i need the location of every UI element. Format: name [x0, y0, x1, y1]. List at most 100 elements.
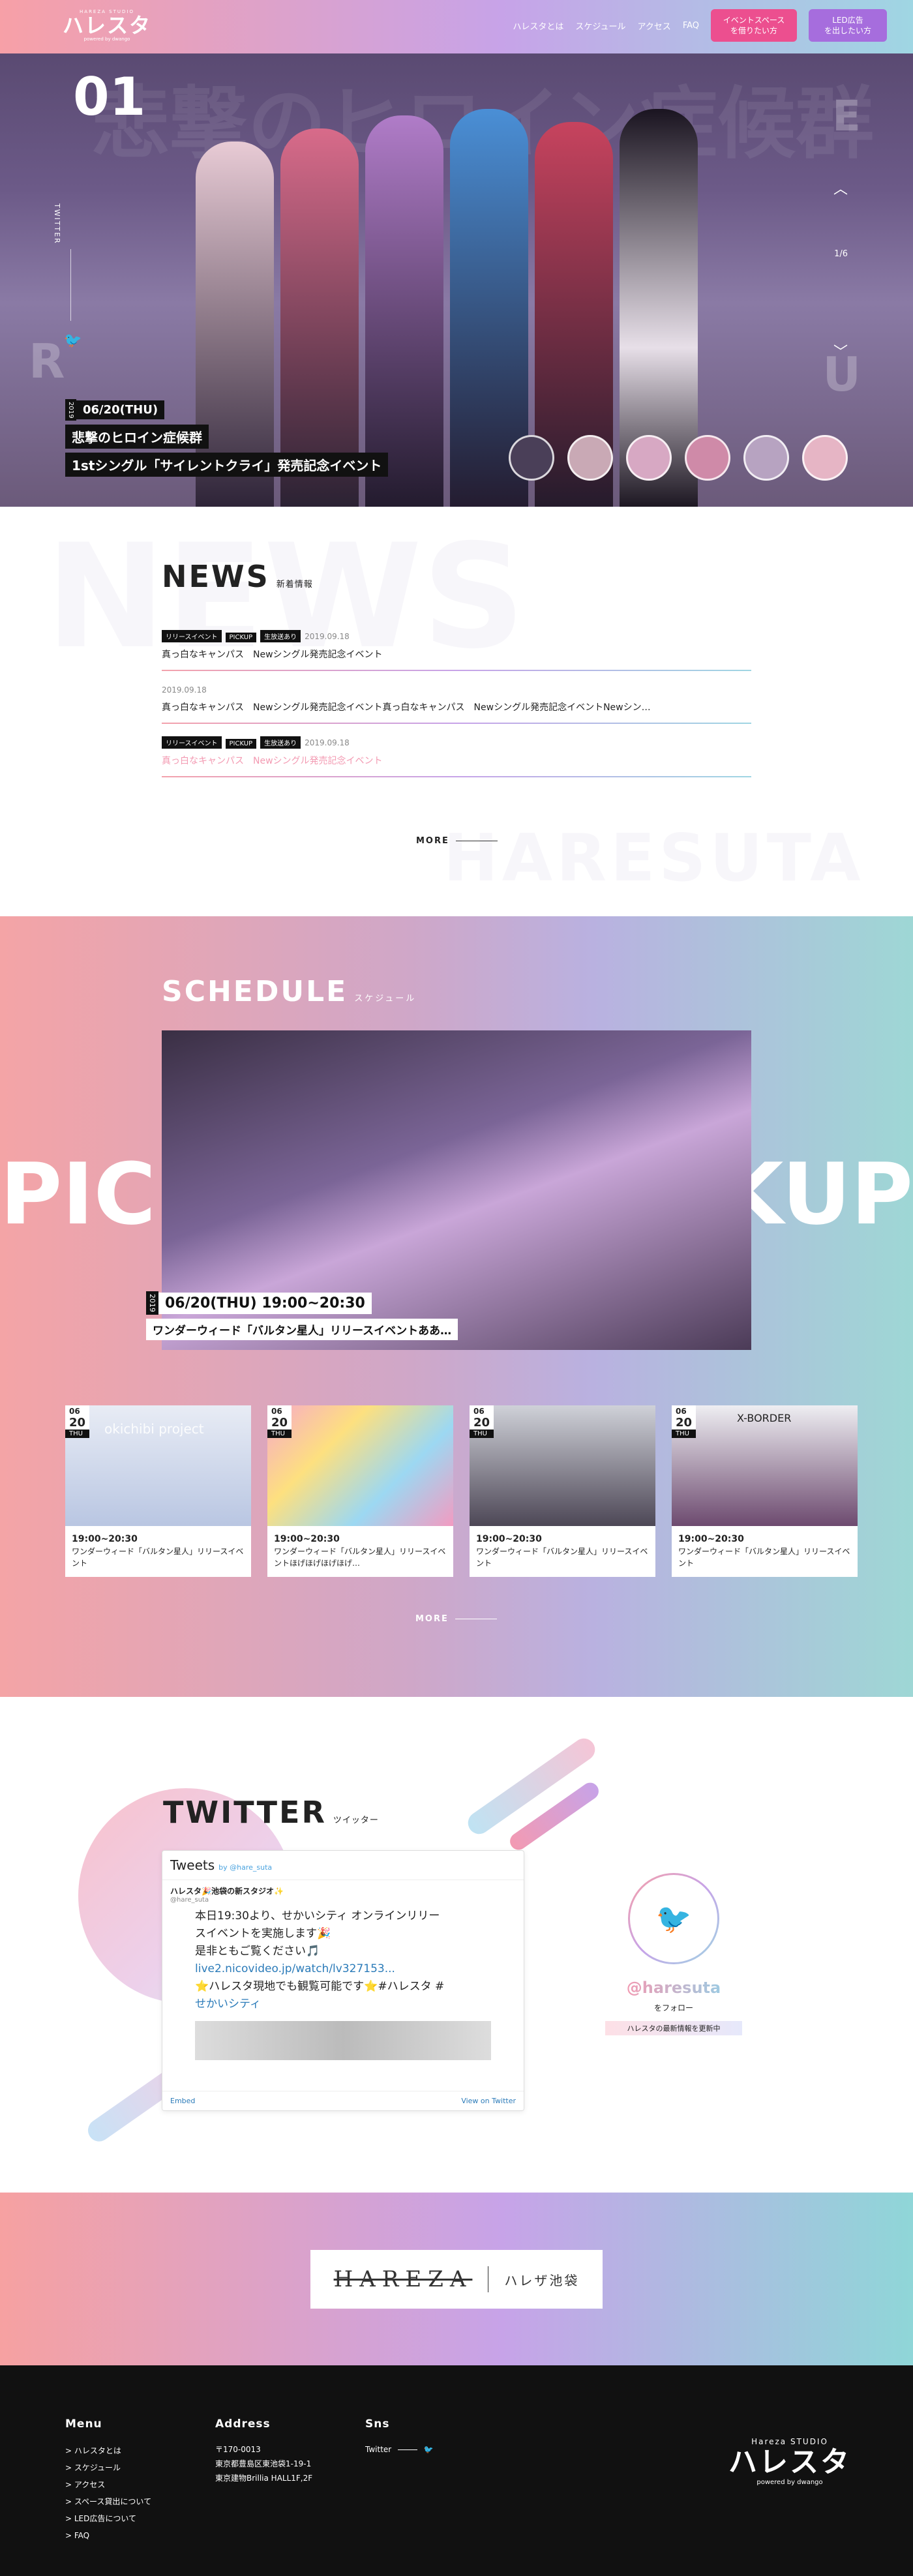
nav-item-faq[interactable]: FAQ	[683, 21, 699, 31]
news-more-link[interactable]: MORE	[416, 836, 498, 846]
card-month: 06	[676, 1407, 687, 1416]
view-on-twitter-link[interactable]: View on Twitter	[461, 2097, 516, 2105]
tweet-account-handle: @hare_suta	[170, 1896, 209, 1904]
schedule-more-link[interactable]: MORE	[415, 1614, 497, 1624]
footer-address: Address 〒170-0013 東京都豊島区東池袋1-19-1 東京建物Br…	[215, 2418, 312, 2485]
hareza-logo-link[interactable]: HAREZA ハレザ池袋	[310, 2250, 603, 2309]
news-date: 2019.09.18	[162, 685, 207, 695]
follow-note: ハレスタの最新情報を更新中	[605, 2021, 742, 2035]
tweet-line: 是非ともご覧ください🎵	[195, 1945, 320, 1958]
slide-thumbnail[interactable]	[509, 435, 554, 481]
nav-item-access[interactable]: アクセス	[637, 20, 670, 32]
footer-menu-item[interactable]: > スケジュール	[65, 2459, 151, 2476]
twitter-follow-ring[interactable]: 🐦	[628, 1873, 719, 1964]
footer-menu-item[interactable]: > FAQ	[65, 2527, 151, 2544]
nav-item-about[interactable]: ハレスタとは	[513, 20, 563, 32]
twitter-follow[interactable]: 🐦 @haresuta をフォロー ハレスタの最新情報を更新中	[605, 1873, 742, 2035]
footer-logo[interactable]: Hareza STUDIO ハレスタ powered by dwango	[728, 2437, 851, 2486]
slide-thumbnail[interactable]	[802, 435, 848, 481]
slide-thumbnail[interactable]	[685, 435, 730, 481]
site-footer: Menu > ハレスタとは > スケジュール > アクセス > スペース貸出につ…	[0, 2365, 913, 2576]
tweet-line: スイベントを実施します🎉	[195, 1927, 331, 1940]
news-list: リリースイベント PICKUP 生放送あり 2019.09.18 真っ白なキャンパス …	[162, 618, 751, 777]
news-tag: リリースイベント	[162, 630, 222, 642]
news-tag: PICKUP	[225, 739, 257, 749]
card-desc: ワンダーウィード「バルタン星人」リリースイベント	[476, 1547, 648, 1568]
footer-menu-item[interactable]: > ハレスタとは	[65, 2442, 151, 2459]
site-header: HAREZA STUDIO ハレスタ powered by dwango ハレス…	[0, 0, 913, 53]
news-tag: PICKUP	[225, 633, 257, 642]
event-space-button[interactable]: イベントスペース を借りたい方	[711, 9, 797, 42]
logo-text: ハレスタ	[63, 13, 152, 38]
tweet-image[interactable]	[195, 2021, 491, 2060]
nav-item-schedule[interactable]: スケジュール	[575, 20, 625, 32]
twitter-section: TWITTER ツイッター Tweets by @hare_suta ハレスタ🎉池袋…	[0, 1697, 913, 2193]
chevron-up-icon[interactable]: ︿	[833, 177, 848, 198]
news-bg-text-2: HARESUTA	[443, 820, 865, 896]
led-ad-button[interactable]: LED広告 を出したい方	[809, 9, 887, 42]
hero-side-letter: R	[29, 334, 65, 389]
card-image: okichibi project 06 20 THU	[65, 1405, 251, 1526]
slide-thumbnail[interactable]	[567, 435, 613, 481]
card-weekday: THU	[470, 1430, 494, 1438]
twitter-handle[interactable]: @haresuta	[625, 1979, 723, 1997]
footer-logo-small: Hareza STUDIO	[751, 2437, 828, 2446]
card-weekday: THU	[672, 1430, 696, 1438]
footer-sns-title: Sns	[365, 2418, 390, 2431]
tweet-line: 本日19:30より、せかいシティ オンラインリリー	[195, 1910, 440, 1923]
follow-label: をフォロー	[653, 2003, 693, 2013]
hero-event-info[interactable]: 2019 06/20(THU) 悲撃のヒロイン症候群 1stシングル「サイレントク…	[65, 399, 389, 477]
hareza-banner: HAREZA ハレザ池袋	[0, 2193, 913, 2365]
schedule-heading: SCHEDULE スケジュール	[162, 975, 416, 1008]
footer-menu-item[interactable]: > アクセス	[65, 2476, 151, 2493]
site-logo[interactable]: HAREZA STUDIO ハレスタ powered by dwango	[63, 9, 151, 42]
card-time: 19:00~20:30	[678, 1534, 744, 1544]
pickup-year: 2019	[146, 1291, 158, 1315]
news-title: 真っ白なキャンパス Newシングル発売記念イベント	[162, 650, 383, 660]
news-heading-text: NEWS	[162, 559, 270, 594]
hero-side-letter: E	[832, 93, 861, 141]
footer-menu-item[interactable]: > スペース貸出について	[65, 2493, 151, 2510]
slide-thumbnails	[509, 435, 848, 481]
news-item[interactable]: リリースイベント PICKUP 生放送あり 2019.09.18 真っ白なキャンパス …	[162, 618, 751, 671]
twitter-timeline-embed[interactable]: Tweets by @hare_suta ハレスタ🎉池袋の新スタジオ✨ @hare…	[162, 1850, 524, 2111]
chevron-down-icon[interactable]: ﹀	[833, 340, 848, 361]
news-heading: NEWS 新着情報	[162, 559, 313, 594]
schedule-card[interactable]: X-BORDER 06 20 THU 19:00~20:30 ワンダーウィード「…	[672, 1405, 858, 1577]
card-day: 20	[69, 1416, 86, 1430]
pickup-event-info[interactable]: 2019 06/20(THU) 19:00~20:30 ワンダーウィード「バルタン…	[146, 1291, 458, 1340]
slide-thumbnail[interactable]	[743, 435, 789, 481]
slide-thumbnail[interactable]	[626, 435, 672, 481]
embed-title: Tweets	[170, 1857, 215, 1873]
footer-twitter-link[interactable]: Twitter 🐦	[365, 2442, 434, 2457]
schedule-heading-text: SCHEDULE	[162, 975, 348, 1008]
news-item[interactable]: リリースイベント PICKUP 生放送あり 2019.09.18 真っ白なキャンパス …	[162, 724, 751, 777]
news-item[interactable]: 2019.09.18 真っ白なキャンパス Newシングル発売記念イベント真っ白な…	[162, 671, 751, 724]
card-image: 06 20 THU	[267, 1405, 453, 1526]
schedule-card[interactable]: okichibi project 06 20 THU 19:00~20:30 ワ…	[65, 1405, 251, 1577]
schedule-card[interactable]: 06 20 THU 19:00~20:30 ワンダーウィード「バルタン星人」リリ…	[267, 1405, 453, 1577]
address-line: 〒170-0013	[215, 2445, 261, 2454]
embed-by[interactable]: by @hare_suta	[218, 1863, 272, 1872]
card-date: 06 20 THU	[672, 1405, 696, 1438]
card-desc: ワンダーウィード「バルタン星人」リリースイベントほげほげほげほげ…	[274, 1547, 446, 1568]
slide-number: 01	[73, 67, 146, 127]
schedule-card[interactable]: 06 20 THU 19:00~20:30 ワンダーウィード「バルタン星人」リリ…	[470, 1405, 655, 1577]
card-day: 20	[676, 1416, 693, 1430]
card-image-label: X-BORDER	[737, 1412, 792, 1424]
pickup-date: 06/20(THU) 19:00~20:30	[158, 1292, 372, 1314]
schedule-subheading: スケジュール	[354, 994, 417, 1004]
tweet-hashtag[interactable]: せかいシティ	[195, 1996, 491, 2013]
embed-header: Tweets by @hare_suta	[162, 1851, 524, 1880]
footer-menu-item[interactable]: > LED広告について	[65, 2510, 151, 2527]
footer-menu: Menu > ハレスタとは > スケジュール > アクセス > スペース貸出につ…	[65, 2418, 151, 2544]
tweet-link[interactable]: live2.nicovideo.jp/watch/lv327153...	[195, 1960, 491, 1978]
card-time: 19:00~20:30	[476, 1534, 542, 1544]
twitter-heading: TWITTER ツイッター	[163, 1795, 379, 1830]
tweet-account[interactable]: ハレスタ🎉池袋の新スタジオ✨ @hare_suta	[162, 1880, 524, 1904]
more-label: MORE	[416, 836, 449, 846]
news-date: 2019.09.18	[305, 632, 350, 641]
twitter-icon[interactable]: 🐦	[64, 333, 82, 349]
embed-link[interactable]: Embed	[170, 2097, 195, 2105]
card-day: 20	[271, 1416, 288, 1430]
